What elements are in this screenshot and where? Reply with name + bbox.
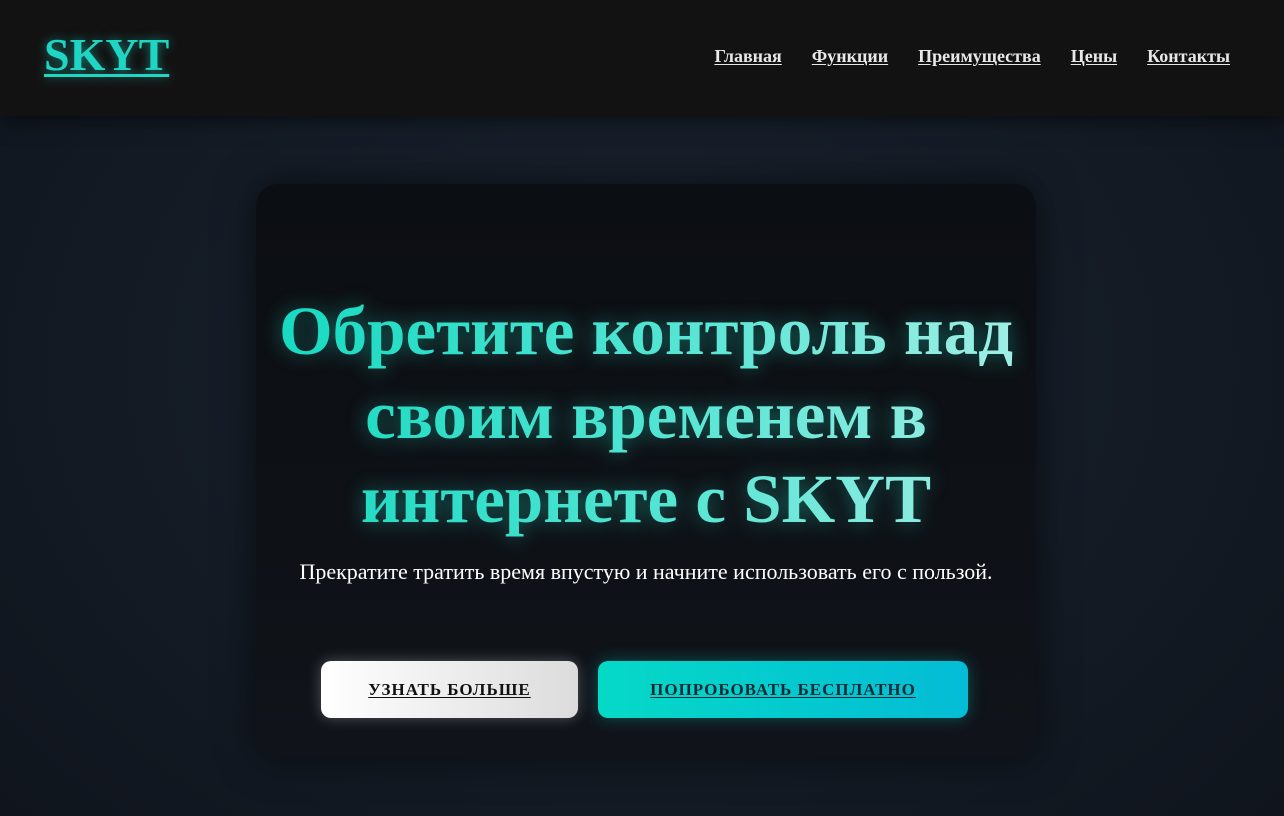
nav-link-features[interactable]: Функции xyxy=(812,44,888,68)
nav-link-advantages[interactable]: Преимущества xyxy=(918,44,1041,68)
hero-card: Обретите контроль над своим временем в и… xyxy=(256,184,1036,758)
hero-subtitle: Прекратите тратить время впустую и начни… xyxy=(299,559,993,584)
try-free-button[interactable]: ПОПРОБОВАТЬ БЕСПЛАТНО xyxy=(598,661,968,718)
hero-title: Обретите контроль над своим временем в и… xyxy=(256,289,1036,541)
main-nav: Главная Функции Преимущества Цены Контак… xyxy=(714,44,1230,68)
nav-link-home[interactable]: Главная xyxy=(714,44,781,68)
learn-more-button[interactable]: УЗНАТЬ БОЛЬШЕ xyxy=(321,661,578,718)
nav-link-pricing[interactable]: Цены xyxy=(1071,44,1117,68)
logo-link[interactable]: SKYT xyxy=(44,28,169,82)
nav-link-contacts[interactable]: Контакты xyxy=(1147,44,1230,68)
top-navbar: SKYT Главная Функции Преимущества Цены К… xyxy=(0,0,1284,116)
